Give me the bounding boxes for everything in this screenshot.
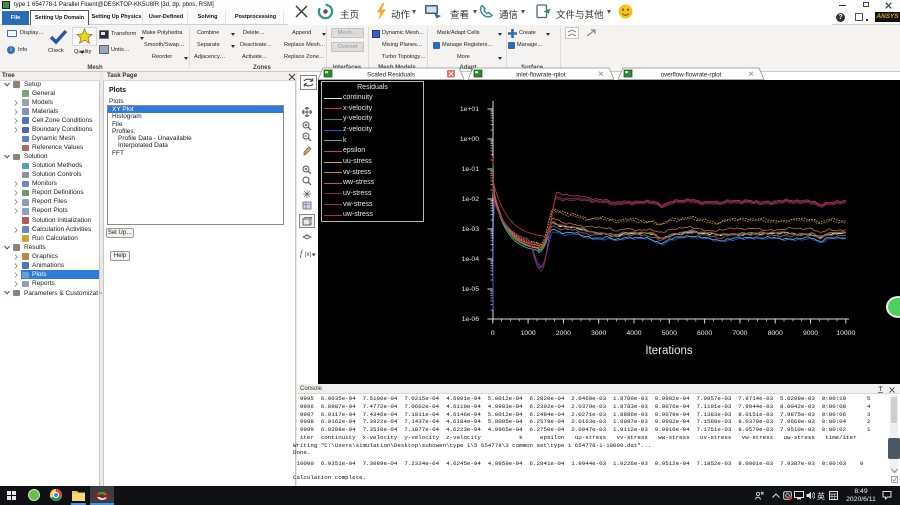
- svg-text:inlet-flowrate-rplot: inlet-flowrate-rplot: [516, 71, 565, 78]
- svg-text:3000: 3000: [591, 330, 606, 337]
- svg-text:2000: 2000: [556, 330, 571, 337]
- svg-text:Iterations: Iterations: [645, 345, 693, 357]
- svg-text:5000: 5000: [662, 330, 677, 337]
- svg-text:1e-06: 1e-06: [462, 316, 480, 323]
- svg-text:1000: 1000: [521, 330, 536, 337]
- svg-text:0: 0: [491, 330, 495, 337]
- svg-text:9000: 9000: [803, 330, 818, 337]
- svg-text:1e+01: 1e+01: [460, 106, 479, 113]
- svg-text:1e-03: 1e-03: [462, 226, 480, 233]
- svg-text:1e-01: 1e-01: [462, 166, 480, 173]
- svg-text:10000: 10000: [836, 330, 855, 337]
- svg-text:6000: 6000: [697, 330, 712, 337]
- svg-text:1e-02: 1e-02: [462, 196, 480, 203]
- svg-text:overflow-flowrate-rplot: overflow-flowrate-rplot: [661, 71, 722, 78]
- svg-text:f: f: [300, 249, 304, 258]
- svg-text:1e+00: 1e+00: [460, 136, 479, 143]
- svg-text:1e-04: 1e-04: [462, 256, 480, 263]
- svg-text:1e-05: 1e-05: [462, 286, 480, 293]
- svg-text:7000: 7000: [732, 330, 747, 337]
- svg-text:(x): (x): [305, 252, 312, 258]
- svg-text:4000: 4000: [626, 330, 641, 337]
- svg-text:8000: 8000: [768, 330, 783, 337]
- svg-text:Scaled Residuals: Scaled Residuals: [367, 71, 415, 78]
